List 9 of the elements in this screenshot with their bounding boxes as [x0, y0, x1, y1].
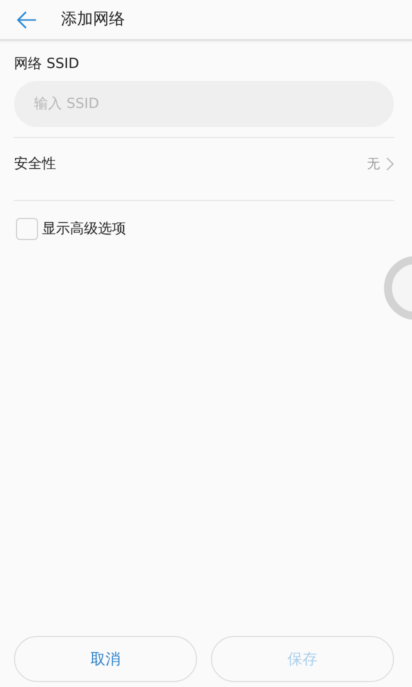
setting-label[interactable]: 安全性: [14, 155, 361, 173]
chevron-right-icon: [386, 157, 394, 171]
page-title: 添加网络: [61, 9, 125, 30]
field-label: 网络 SSID: [14, 55, 80, 74]
ssid-input-field[interactable]: 输入 SSID: [14, 81, 394, 127]
setting-value: 无: [367, 156, 380, 173]
checkbox[interactable]: [16, 218, 38, 240]
checkbox-label[interactable]: 显示高级选项: [42, 220, 126, 238]
action-button[interactable]: 取消: [14, 636, 197, 682]
